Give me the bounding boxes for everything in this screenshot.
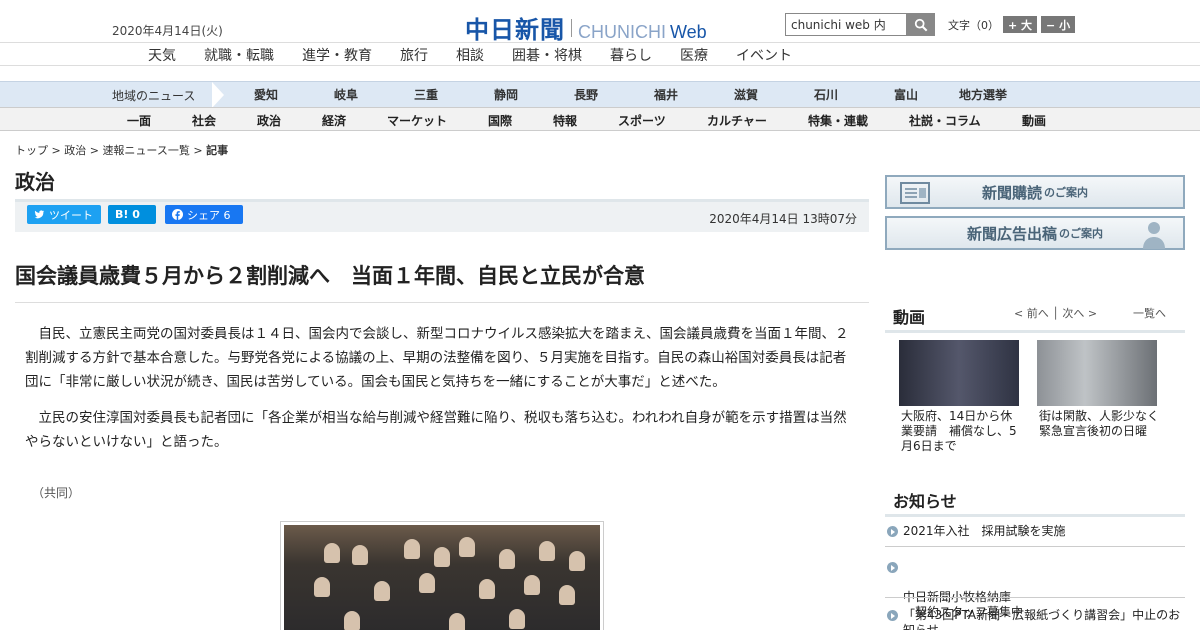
region-nav-item[interactable]: 三重 <box>414 86 438 103</box>
region-nav-item[interactable]: 長野 <box>574 86 598 103</box>
breadcrumb: トップ > 政治 > 速報ニュース一覧 > 記事 <box>15 144 229 157</box>
tweet-button[interactable]: ツイート <box>27 205 101 224</box>
logo-divider <box>571 18 572 37</box>
font-size-label: 文字（0） <box>948 18 999 32</box>
genre-nav-item[interactable]: 相談 <box>456 45 484 65</box>
article-credit: （共同） <box>32 486 81 500</box>
genre-nav-item[interactable]: 天気 <box>148 45 176 65</box>
section-nav-item[interactable]: 特集・連載 <box>808 112 868 129</box>
breadcrumb-link[interactable]: 速報ニュース一覧 <box>102 144 189 157</box>
facebook-icon <box>172 209 183 220</box>
newspaper-icon <box>900 182 930 204</box>
video-list-link[interactable]: 一覧へ <box>1133 305 1166 321</box>
subscription-banner[interactable]: 新聞購読 のご案内 <box>885 175 1185 209</box>
site-search <box>785 13 935 36</box>
breadcrumb-link[interactable]: 政治 <box>64 144 86 157</box>
breadcrumb-current: 記事 <box>206 144 229 157</box>
section-nav-item[interactable]: マーケット <box>387 112 447 129</box>
subscription-banner-main: 新聞購読 <box>981 183 1042 202</box>
region-nav-item[interactable]: 石川 <box>814 86 838 103</box>
region-nav-item[interactable]: 岐阜 <box>334 86 358 103</box>
article-headline: 国会議員歳費５月から２割削減へ 当面１年間、自民と立民が合意 <box>15 260 869 303</box>
video-thumbnail[interactable] <box>1037 340 1157 406</box>
breadcrumb-link[interactable]: トップ <box>15 144 48 157</box>
facebook-share-button[interactable]: シェア 6 <box>165 205 243 224</box>
font-size-control: 文字（0） + 大 − 小 <box>948 16 1076 33</box>
search-button[interactable] <box>907 13 935 36</box>
font-size-up-button[interactable]: + 大 <box>1003 16 1038 33</box>
section-nav-item[interactable]: 一面 <box>127 112 151 129</box>
region-nav: 地域のニュース 愛知 岐阜 三重 静岡 長野 福井 滋賀 石川 富山 地方選挙 <box>0 81 1200 108</box>
article-paragraph: 自民、立憲民主両党の国対委員長は１４日、国会内で会談し、新型コロナウイルス感染拡… <box>25 326 849 390</box>
facebook-label: シェア 6 <box>187 208 231 222</box>
tweet-label: ツイート <box>49 208 93 222</box>
article-paragraph: 立民の安住淳国対委員長も記者団に「各企業が相当な給与削減や経営難に陥り、税収も落… <box>25 410 847 450</box>
header-date: 2020年4月14日(火) <box>112 24 223 38</box>
divider <box>885 546 1185 547</box>
region-nav-item[interactable]: 富山 <box>894 86 918 103</box>
search-input[interactable] <box>785 13 907 36</box>
arrow-bullet-icon <box>887 526 898 537</box>
article-photo-image <box>284 525 600 630</box>
article-photo[interactable] <box>280 521 604 630</box>
advertising-banner-main: 新聞広告出稿 <box>966 224 1057 243</box>
region-nav-item[interactable]: 静岡 <box>494 86 518 103</box>
genre-nav-item[interactable]: 進学・教育 <box>302 45 372 65</box>
genre-nav-item[interactable]: 暮らし <box>610 45 652 65</box>
advertising-banner[interactable]: 新聞広告出稿 のご案内 <box>885 216 1185 250</box>
hatena-label: B! 0 <box>115 208 140 221</box>
video-thumbnail[interactable] <box>899 340 1019 406</box>
genre-nav: 天気 就職・転職 進学・教育 旅行 相談 囲碁・将棋 暮らし 医療 イベント <box>0 42 1200 66</box>
advertising-banner-sub: のご案内 <box>1059 227 1103 240</box>
section-nav-item[interactable]: 政治 <box>257 112 281 129</box>
subscription-banner-sub: のご案内 <box>1044 186 1088 199</box>
arrow-bullet-icon <box>887 562 898 573</box>
category-title: 政治 <box>15 170 55 194</box>
logo-web: Web <box>670 22 707 42</box>
genre-nav-item[interactable]: 旅行 <box>400 45 428 65</box>
hatena-bookmark-button[interactable]: B! 0 <box>108 205 156 224</box>
region-nav-item[interactable]: 滋賀 <box>734 86 758 103</box>
twitter-icon <box>34 210 45 219</box>
genre-nav-item[interactable]: 囲碁・将棋 <box>512 45 582 65</box>
section-nav-item[interactable]: スポーツ <box>618 112 666 129</box>
search-icon <box>914 18 928 31</box>
notice-item[interactable]: 2021年入社 採用試験を実施 <box>885 524 1185 539</box>
region-nav-item[interactable]: 愛知 <box>254 86 278 103</box>
section-nav-item[interactable]: 経済 <box>322 112 346 129</box>
video-caption[interactable]: 街は閑散、人影少なく 緊急宣言後初の日曜 <box>1039 409 1171 439</box>
section-nav-item[interactable]: 動画 <box>1022 112 1046 129</box>
site-logo[interactable]: 中日新聞 CHUNICHI Web <box>465 10 707 45</box>
genre-nav-item[interactable]: 医療 <box>680 45 708 65</box>
notice-section-title: お知らせ <box>885 488 1185 517</box>
region-nav-item[interactable]: 地方選挙 <box>959 86 1007 103</box>
logo-en: CHUNICHI <box>578 22 666 42</box>
notice-item-label: 「第43回PTA新聞・広報紙づくり講習会」中止のお知らせ <box>903 608 1181 630</box>
genre-nav-item[interactable]: イベント <box>736 45 792 65</box>
logo-jp: 中日新聞 <box>465 15 565 44</box>
person-icon <box>1143 222 1165 249</box>
article-body: 自民、立憲民主両党の国対委員長は１４日、国会内で会談し、新型コロナウイルス感染拡… <box>25 322 855 466</box>
font-size-down-button[interactable]: − 小 <box>1041 16 1076 33</box>
section-nav-item[interactable]: 社会 <box>192 112 216 129</box>
notice-item-label: 2021年入社 採用試験を実施 <box>903 524 1066 538</box>
section-nav: 一面 社会 政治 経済 マーケット 国際 特報 スポーツ カルチャー 特集・連載… <box>0 107 1200 131</box>
arrow-bullet-icon <box>887 610 898 621</box>
section-nav-item[interactable]: 国際 <box>488 112 512 129</box>
section-nav-item[interactable]: 社説・コラム <box>909 112 981 129</box>
share-bar: ツイート B! 0 シェア 6 2020年4月14日 13時07分 <box>15 199 869 232</box>
region-nav-item[interactable]: 福井 <box>654 86 678 103</box>
published-date: 2020年4月14日 13時07分 <box>709 212 857 226</box>
video-prev-next[interactable]: < 前へ │ 次へ > <box>1014 305 1097 321</box>
divider <box>885 597 1185 598</box>
genre-nav-item[interactable]: 就職・転職 <box>204 45 274 65</box>
section-nav-item[interactable]: 特報 <box>553 112 577 129</box>
section-nav-item[interactable]: カルチャー <box>707 112 767 129</box>
notice-item[interactable]: 「第43回PTA新聞・広報紙づくり講習会」中止のお知らせ <box>885 608 1185 630</box>
video-caption[interactable]: 大阪府、14日から休業要請 補償なし、5月6日まで <box>901 409 1021 454</box>
